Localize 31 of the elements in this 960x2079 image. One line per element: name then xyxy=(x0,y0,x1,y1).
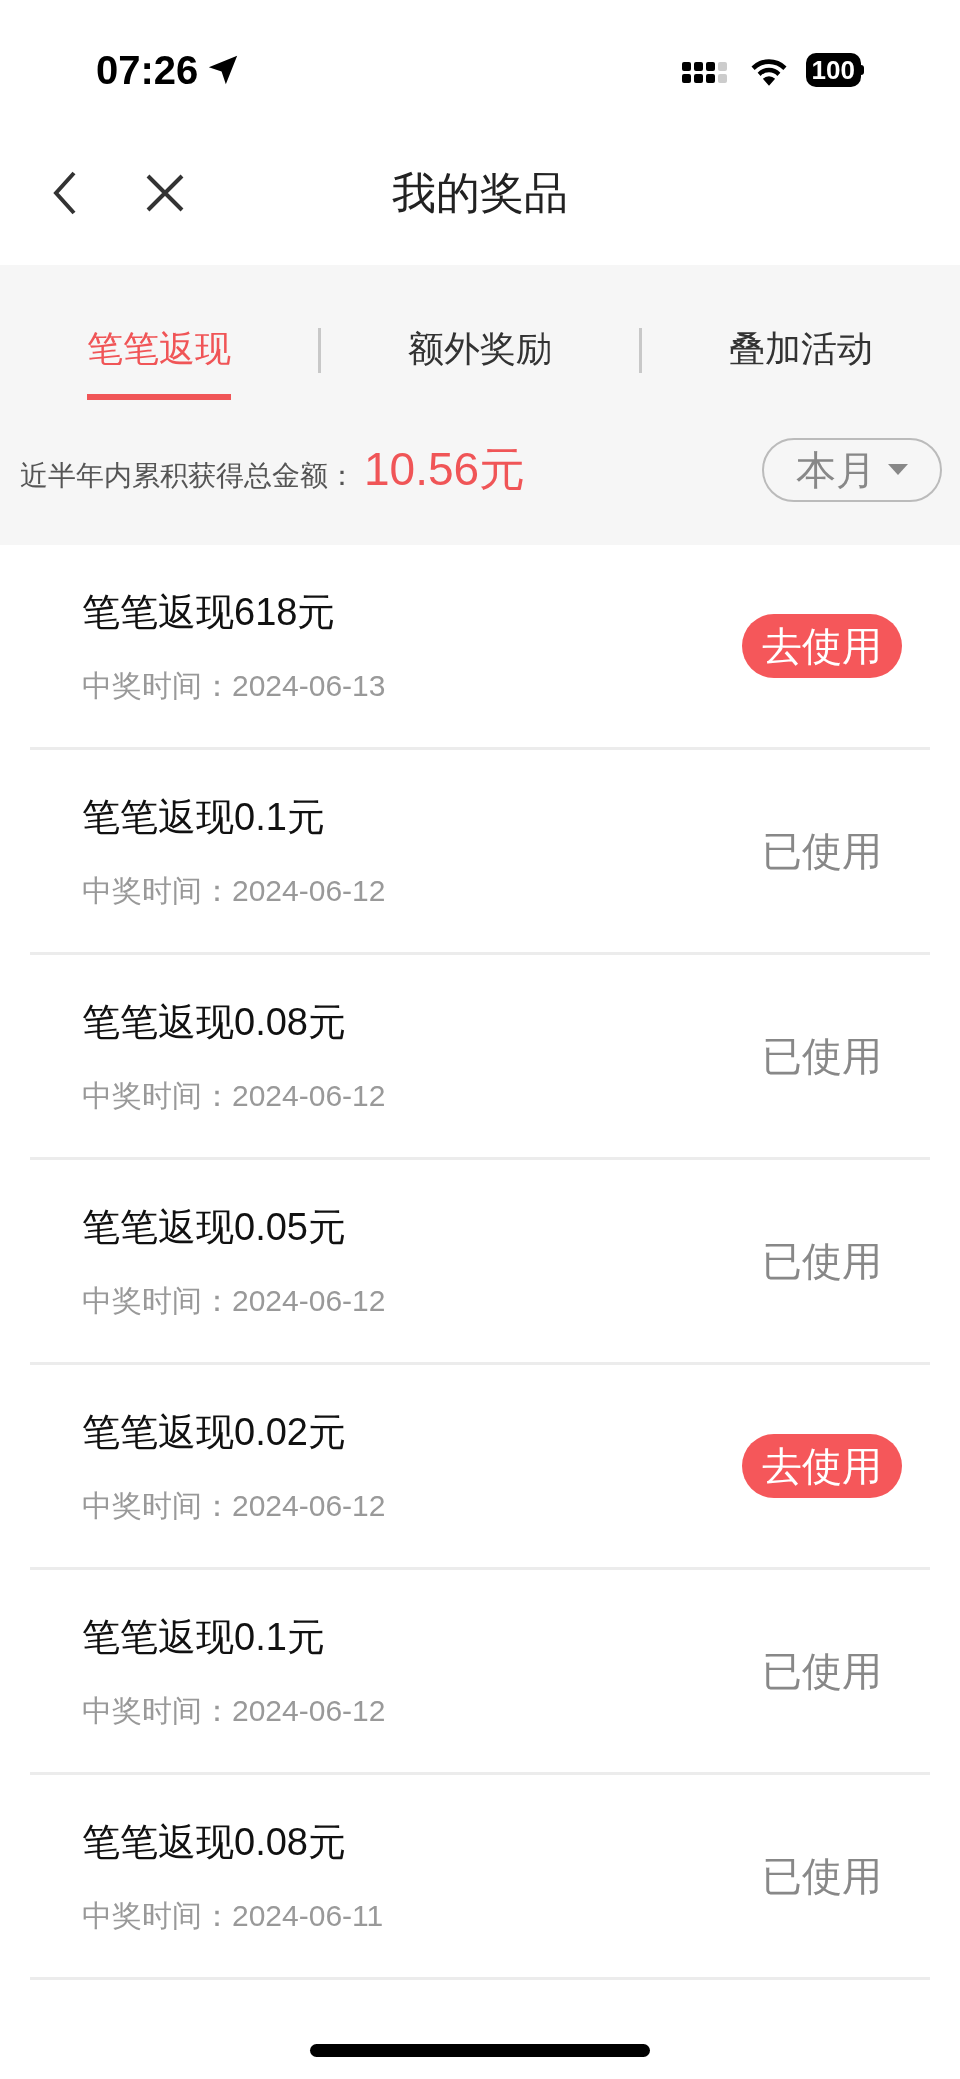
summary-label: 近半年内累积获得总金额： xyxy=(20,459,356,493)
tab[interactable]: 笔笔返现 xyxy=(87,300,231,400)
month-dropdown[interactable]: 本月 xyxy=(762,437,942,502)
used-status: 已使用 xyxy=(762,828,882,875)
tab[interactable]: 额外奖励 xyxy=(408,300,552,400)
tab[interactable]: 叠加活动 xyxy=(729,300,873,400)
status-time: 07:26 xyxy=(96,47,199,94)
prize-date: 中奖时间：2024-06-13 xyxy=(82,668,386,704)
use-button[interactable]: 去使用 xyxy=(742,1434,902,1498)
prize-date: 中奖时间：2024-06-12 xyxy=(82,873,386,909)
prize-date: 中奖时间：2024-06-12 xyxy=(82,1078,386,1114)
prize-date: 中奖时间：2024-06-12 xyxy=(82,1283,386,1319)
prize-title: 笔笔返现0.08元 xyxy=(82,1820,347,1865)
page-title: 我的奖品 xyxy=(392,166,568,219)
prize-date: 中奖时间：2024-06-11 xyxy=(82,1898,384,1934)
total-amount: 10.56元 xyxy=(364,442,526,497)
used-status: 已使用 xyxy=(762,1033,882,1080)
used-status: 已使用 xyxy=(762,1853,882,1900)
prize-title: 笔笔返现0.1元 xyxy=(82,1615,326,1660)
caret-icon xyxy=(888,463,908,476)
prize-title: 笔笔返现0.02元 xyxy=(82,1410,347,1455)
used-status: 已使用 xyxy=(762,1238,882,1285)
prize-title: 笔笔返现0.08元 xyxy=(82,1000,347,1045)
battery-icon: 100 xyxy=(805,53,864,87)
use-button[interactable]: 去使用 xyxy=(742,614,902,678)
prize-title: 笔笔返现0.1元 xyxy=(82,795,326,840)
prize-title: 笔笔返现618元 xyxy=(82,590,337,635)
prize-date: 中奖时间：2024-06-12 xyxy=(82,1488,386,1524)
used-status: 已使用 xyxy=(762,1648,882,1695)
prize-title: 笔笔返现0.05元 xyxy=(82,1205,347,1250)
prize-date: 中奖时间：2024-06-12 xyxy=(82,1693,386,1729)
